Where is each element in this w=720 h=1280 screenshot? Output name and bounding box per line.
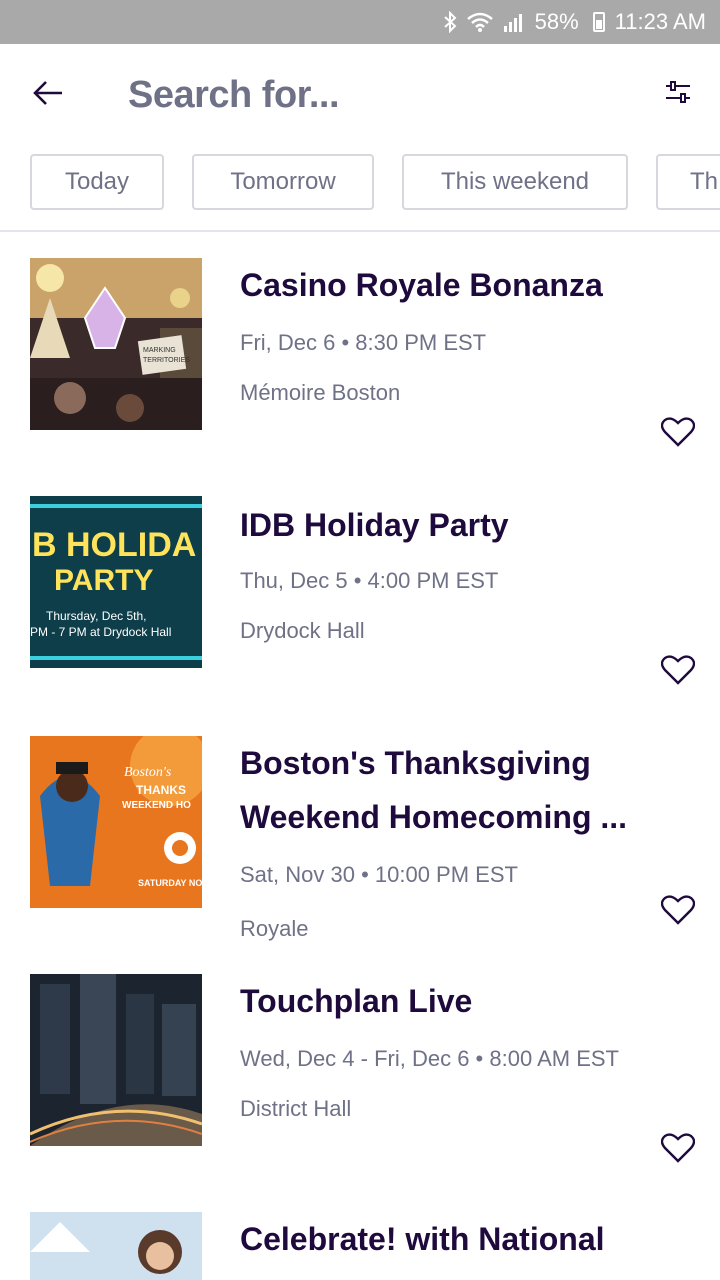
back-arrow-icon[interactable] xyxy=(30,78,66,108)
thumb-text: WEEKEND HO xyxy=(122,800,191,811)
search-header: Search for... xyxy=(0,44,720,128)
event-image[interactable]: Boston's THANKS WEEKEND HO SATURDAY NO xyxy=(30,736,202,908)
event-date: Fri, Dec 6 • 8:30 PM EST xyxy=(240,330,487,355)
thumb-text: SATURDAY NO xyxy=(138,878,202,888)
event-title: Casino Royale Bonanza xyxy=(240,267,603,303)
thumb-text: MARKING xyxy=(143,347,176,354)
event-image[interactable]: B HOLIDA PARTY Thursday, Dec 5th, PM - 7… xyxy=(30,496,202,668)
favorite-heart-icon[interactable] xyxy=(658,414,698,450)
thumb-text: PM - 7 PM at Drydock Hall xyxy=(30,625,171,639)
event-image[interactable]: MARKING TERRITORIES xyxy=(30,258,202,430)
event-title: Boston's Thanksgiving Weekend Homecoming… xyxy=(240,745,628,835)
event-image[interactable] xyxy=(30,1212,202,1280)
event-card[interactable]: Touchplan Live Wed, Dec 4 - Fri, Dec 6 •… xyxy=(0,974,720,1174)
event-date: Wed, Dec 4 - Fri, Dec 6 • 8:00 AM EST xyxy=(240,1046,619,1071)
status-bar: 58% 11:23 AM xyxy=(0,0,720,44)
event-card[interactable]: MARKING TERRITORIES Casino Royale Bonanz… xyxy=(0,258,720,458)
event-venue: District Hall xyxy=(240,1096,352,1121)
favorite-heart-icon[interactable] xyxy=(658,1130,698,1166)
chip-next[interactable]: Th xyxy=(656,154,720,210)
clock: 11:23 AM xyxy=(614,9,706,34)
event-card[interactable]: Boston's THANKS WEEKEND HO SATURDAY NO B… xyxy=(0,736,720,941)
chip-today[interactable]: Today xyxy=(30,154,164,210)
bluetooth-icon xyxy=(443,11,457,33)
thumb-text: PARTY xyxy=(54,564,153,597)
thumb-text: B HOLIDA xyxy=(32,526,196,564)
search-input[interactable]: Search for... xyxy=(128,74,340,117)
date-filter-chips: Today Tomorrow This weekend Th xyxy=(0,150,720,216)
event-venue: Drydock Hall xyxy=(240,618,365,643)
event-date: Thu, Dec 5 • 4:00 PM EST xyxy=(240,568,499,593)
event-card[interactable]: B HOLIDA PARTY Thursday, Dec 5th, PM - 7… xyxy=(0,496,720,696)
event-date: Sat, Nov 30 • 10:00 PM EST xyxy=(240,862,518,887)
event-card[interactable]: Celebrate! with National xyxy=(0,1212,720,1280)
thumb-text: THANKS xyxy=(136,783,186,797)
chip-tomorrow[interactable]: Tomorrow xyxy=(192,154,374,210)
divider xyxy=(0,230,720,232)
event-image[interactable] xyxy=(30,974,202,1146)
thumb-text: Boston's xyxy=(124,765,172,780)
event-venue: Royale xyxy=(240,916,309,941)
event-title: Celebrate! with National xyxy=(240,1221,605,1257)
battery-percent: 58% xyxy=(534,9,579,34)
favorite-heart-icon[interactable] xyxy=(658,892,698,928)
event-venue: Mémoire Boston xyxy=(240,380,401,405)
event-title: IDB Holiday Party xyxy=(240,507,509,543)
favorite-heart-icon[interactable] xyxy=(658,652,698,688)
wifi-icon xyxy=(466,12,493,32)
chip-this-weekend[interactable]: This weekend xyxy=(402,154,628,210)
event-title: Touchplan Live xyxy=(240,983,473,1019)
thumb-text: Thursday, Dec 5th, xyxy=(46,609,147,623)
filter-icon[interactable] xyxy=(660,74,696,110)
signal-icon xyxy=(503,12,525,32)
battery-icon xyxy=(589,12,605,32)
thumb-text: TERRITORIES xyxy=(143,357,190,364)
